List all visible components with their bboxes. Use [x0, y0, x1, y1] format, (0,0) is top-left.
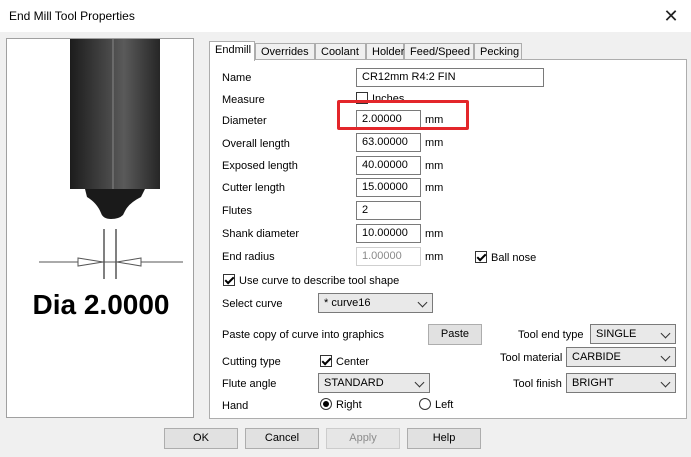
help-button[interactable]: Help — [407, 428, 481, 449]
shank-diameter-unit: mm — [425, 228, 444, 240]
select-curve-dropdown[interactable]: * curve16 — [318, 293, 433, 313]
tab-holder[interactable]: Holder — [366, 43, 404, 60]
chevron-down-icon — [417, 297, 428, 308]
tool-finish-label: Tool finish — [513, 378, 562, 390]
hand-right-radio[interactable] — [320, 398, 332, 410]
ball-nose-checkbox[interactable] — [475, 251, 487, 263]
chevron-down-icon — [414, 377, 425, 388]
use-curve-label: Use curve to describe tool shape — [239, 275, 400, 287]
hand-label: Hand — [222, 400, 249, 412]
tab-feed-speed[interactable]: Feed/Speed — [404, 43, 474, 60]
tool-end-type-label: Tool end type — [518, 329, 584, 341]
overall-length-unit: mm — [425, 137, 444, 149]
exposed-length-label: Exposed length — [222, 160, 298, 172]
tab-overrides[interactable]: Overrides — [255, 43, 315, 60]
end-radius-label: End radius — [222, 251, 275, 263]
hand-left-label: Left — [435, 399, 454, 411]
select-curve-label: Select curve — [222, 298, 283, 310]
tool-end-type-value: SINGLE — [596, 328, 637, 340]
center-checkbox[interactable] — [320, 355, 332, 367]
tool-material-dropdown[interactable]: CARBIDE — [566, 347, 676, 367]
exposed-length-unit: mm — [425, 160, 444, 172]
apply-button[interactable]: Apply — [326, 428, 400, 449]
dimension-arrow-left — [77, 257, 104, 267]
overall-length-label: Overall length — [222, 138, 290, 150]
paste-button[interactable]: Paste — [428, 324, 482, 345]
chevron-down-icon — [660, 377, 671, 388]
exposed-length-field[interactable]: 40.00000 — [356, 156, 421, 175]
shank-diameter-field[interactable]: 10.00000 — [356, 224, 421, 243]
flute-angle-value: STANDARD — [324, 377, 384, 389]
use-curve-checkbox[interactable] — [223, 274, 235, 286]
chevron-down-icon — [660, 351, 671, 362]
cancel-button[interactable]: Cancel — [245, 428, 319, 449]
diameter-highlight-box — [337, 100, 469, 130]
shank-diameter-label: Shank diameter — [222, 228, 300, 240]
cutter-length-field[interactable]: 15.00000 — [356, 178, 421, 197]
diameter-label: Diameter — [222, 115, 267, 127]
chevron-down-icon — [660, 328, 671, 339]
center-label: Center — [336, 356, 370, 368]
tab-endmill[interactable]: Endmill — [209, 41, 255, 61]
tool-material-label: Tool material — [500, 352, 563, 364]
measure-label: Measure — [222, 94, 265, 106]
flute-angle-dropdown[interactable]: STANDARD — [318, 373, 430, 393]
tool-end-type-dropdown[interactable]: SINGLE — [590, 324, 676, 344]
diameter-caption: Dia 2.0000 — [32, 289, 170, 320]
tool-tip — [85, 189, 145, 219]
dimension-arrow-right — [116, 257, 142, 267]
close-icon[interactable]: ✕ — [659, 4, 683, 28]
paste-label: Paste copy of curve into graphics — [222, 329, 385, 341]
tab-pecking[interactable]: Pecking — [474, 43, 522, 60]
end-radius-unit: mm — [425, 251, 444, 263]
flute-angle-label: Flute angle — [222, 378, 277, 390]
hand-left-radio[interactable] — [419, 398, 431, 410]
cutter-length-label: Cutter length — [222, 182, 285, 194]
flutes-label: Flutes — [222, 205, 252, 217]
cutting-type-label: Cutting type — [222, 356, 281, 368]
name-field[interactable]: CR12mm R4:2 FIN — [356, 68, 544, 87]
hand-right-label: Right — [336, 399, 362, 411]
tool-finish-value: BRIGHT — [572, 377, 614, 389]
flutes-field[interactable]: 2 — [356, 201, 421, 220]
title-bar: End Mill Tool Properties ✕ — [0, 0, 691, 32]
ball-nose-label: Ball nose — [491, 252, 537, 264]
tool-shank — [70, 39, 160, 189]
tool-finish-dropdown[interactable]: BRIGHT — [566, 373, 676, 393]
window-title: End Mill Tool Properties — [9, 9, 135, 23]
tool-preview: Dia 2.0000 — [6, 38, 194, 418]
select-curve-value: * curve16 — [324, 297, 371, 309]
name-label: Name — [222, 72, 252, 84]
tool-drawing — [39, 39, 183, 279]
ok-button[interactable]: OK — [164, 428, 238, 449]
tab-coolant[interactable]: Coolant — [315, 43, 366, 60]
end-radius-field[interactable]: 1.00000 — [356, 247, 421, 266]
tool-material-value: CARBIDE — [572, 351, 621, 363]
cutter-length-unit: mm — [425, 182, 444, 194]
overall-length-field[interactable]: 63.00000 — [356, 133, 421, 152]
